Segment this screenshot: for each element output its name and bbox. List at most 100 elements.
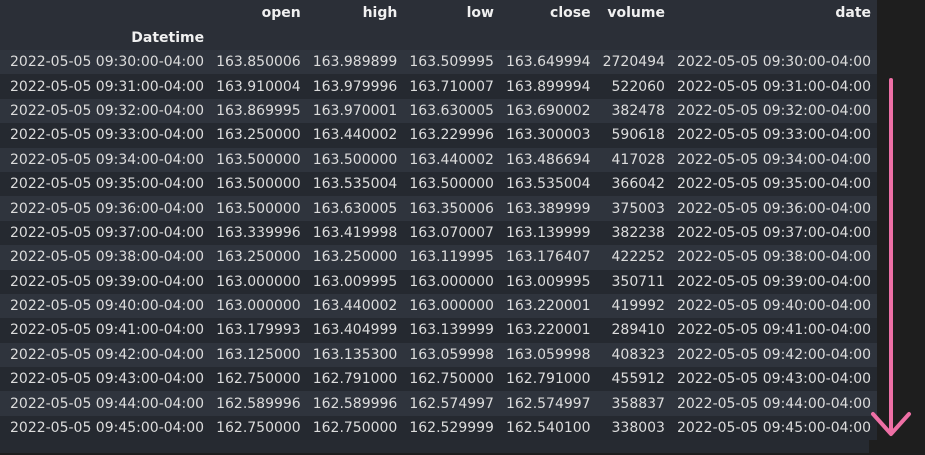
column-header-high: high <box>306 0 404 25</box>
column-header-volume: volume <box>596 0 671 25</box>
high-cell: 162.791000 <box>306 367 404 392</box>
empty-header-cell <box>403 25 500 50</box>
table-row: 2022-05-05 09:30:00-04:00 163.850006 163.9… <box>0 50 878 75</box>
volume-cell: 338003 <box>596 415 671 441</box>
index-cell: 2022-05-05 09:44:00-04:00 <box>0 391 211 416</box>
table-row: 2022-05-05 09:35:00-04:00 163.500000 163.5… <box>0 171 878 197</box>
volume-cell: 408323 <box>596 342 671 368</box>
open-cell: 163.250000 <box>210 245 307 270</box>
low-cell: 163.000000 <box>403 293 500 319</box>
date-cell: 2022-05-05 09:36:00-04:00 <box>670 196 878 221</box>
date-cell: 2022-05-05 09:39:00-04:00 <box>670 269 878 294</box>
open-cell: 163.000000 <box>210 293 307 319</box>
date-cell: 2022-05-05 09:30:00-04:00 <box>670 50 878 75</box>
table-row: 2022-05-05 09:33:00-04:00 163.250000 163.4… <box>0 123 878 148</box>
close-cell: 163.139999 <box>499 220 597 246</box>
table-row: 2022-05-05 09:41:00-04:00 163.179993 163.4… <box>0 318 878 343</box>
table-row: 2022-05-05 09:36:00-04:00 163.500000 163.6… <box>0 196 878 221</box>
index-cell: 2022-05-05 09:42:00-04:00 <box>0 342 211 368</box>
low-cell: 163.070007 <box>403 220 500 246</box>
close-cell: 162.540100 <box>499 415 597 441</box>
high-cell: 163.419998 <box>306 220 404 246</box>
index-cell: 2022-05-05 09:43:00-04:00 <box>0 367 211 392</box>
open-cell: 162.750000 <box>210 415 307 441</box>
date-cell: 2022-05-05 09:42:00-04:00 <box>670 342 878 368</box>
volume-cell: 419992 <box>596 293 671 319</box>
low-cell: 163.229996 <box>403 123 500 148</box>
date-cell: 2022-05-05 09:35:00-04:00 <box>670 171 878 197</box>
close-cell: 163.059998 <box>499 342 597 368</box>
high-cell: 163.440002 <box>306 123 404 148</box>
date-cell: 2022-05-05 09:43:00-04:00 <box>670 367 878 392</box>
close-cell: 163.899994 <box>499 74 597 99</box>
open-cell: 163.339996 <box>210 220 307 246</box>
open-cell: 163.869995 <box>210 98 307 124</box>
corner-header <box>0 0 211 25</box>
close-cell: 162.574997 <box>499 391 597 416</box>
empty-header-cell <box>670 25 878 50</box>
high-cell: 163.404999 <box>306 318 404 343</box>
low-cell: 163.509995 <box>403 50 500 75</box>
table-row: 2022-05-05 09:42:00-04:00 163.125000 163.1… <box>0 342 878 368</box>
table-row: 2022-05-05 09:37:00-04:00 163.339996 163.4… <box>0 220 878 246</box>
date-cell: 2022-05-05 09:33:00-04:00 <box>670 123 878 148</box>
table-body: 2022-05-05 09:30:00-04:00 163.850006 163.9… <box>0 50 878 441</box>
index-cell: 2022-05-05 09:40:00-04:00 <box>0 293 211 319</box>
high-cell: 163.535004 <box>306 171 404 197</box>
open-cell: 162.589996 <box>210 391 307 416</box>
close-cell: 163.300003 <box>499 123 597 148</box>
low-cell: 162.529999 <box>403 415 500 441</box>
index-cell: 2022-05-05 09:45:00-04:00 <box>0 415 211 441</box>
table-row: 2022-05-05 09:38:00-04:00 163.250000 163.2… <box>0 245 878 270</box>
close-cell: 163.486694 <box>499 147 597 172</box>
open-cell: 163.500000 <box>210 147 307 172</box>
index-cell: 2022-05-05 09:37:00-04:00 <box>0 220 211 246</box>
column-header-close: close <box>499 0 597 25</box>
high-cell: 163.989899 <box>306 50 404 75</box>
close-cell: 163.220001 <box>499 293 597 319</box>
open-cell: 163.179993 <box>210 318 307 343</box>
low-cell: 163.500000 <box>403 171 500 197</box>
high-cell: 162.589996 <box>306 391 404 416</box>
volume-cell: 522060 <box>596 74 671 99</box>
date-cell: 2022-05-05 09:44:00-04:00 <box>670 391 878 416</box>
date-cell: 2022-05-05 09:37:00-04:00 <box>670 220 878 246</box>
index-cell: 2022-05-05 09:33:00-04:00 <box>0 123 211 148</box>
empty-header-cell <box>499 25 597 50</box>
high-cell: 163.135300 <box>306 342 404 368</box>
empty-header-cell <box>596 25 671 50</box>
low-cell: 162.574997 <box>403 391 500 416</box>
low-cell: 163.710007 <box>403 74 500 99</box>
low-cell: 163.630005 <box>403 98 500 124</box>
column-header-date: date <box>670 0 878 25</box>
close-cell: 163.535004 <box>499 171 597 197</box>
date-cell: 2022-05-05 09:34:00-04:00 <box>670 147 878 172</box>
table-header: open high low close volume date Datetime <box>0 0 878 50</box>
column-header-row: open high low close volume date <box>0 0 878 25</box>
volume-cell: 375003 <box>596 196 671 221</box>
open-cell: 163.000000 <box>210 269 307 294</box>
high-cell: 163.009995 <box>306 269 404 294</box>
table-row: 2022-05-05 09:34:00-04:00 163.500000 163.5… <box>0 147 878 172</box>
index-cell: 2022-05-05 09:31:00-04:00 <box>0 74 211 99</box>
low-cell: 163.119995 <box>403 245 500 270</box>
index-cell: 2022-05-05 09:34:00-04:00 <box>0 147 211 172</box>
high-cell: 163.250000 <box>306 245 404 270</box>
close-cell: 163.220001 <box>499 318 597 343</box>
close-cell: 163.009995 <box>499 269 597 294</box>
index-name-row: Datetime <box>0 25 878 50</box>
high-cell: 163.630005 <box>306 196 404 221</box>
index-cell: 2022-05-05 09:35:00-04:00 <box>0 171 211 197</box>
column-header-low: low <box>403 0 500 25</box>
volume-cell: 2720494 <box>596 50 671 75</box>
date-cell: 2022-05-05 09:45:00-04:00 <box>670 415 878 441</box>
empty-header-cell <box>306 25 404 50</box>
volume-cell: 382478 <box>596 98 671 124</box>
volume-cell: 358837 <box>596 391 671 416</box>
open-cell: 163.500000 <box>210 196 307 221</box>
high-cell: 163.440002 <box>306 293 404 319</box>
low-cell: 162.750000 <box>403 367 500 392</box>
volume-cell: 455912 <box>596 367 671 392</box>
table-row: 2022-05-05 09:32:00-04:00 163.869995 163.9… <box>0 98 878 124</box>
volume-cell: 417028 <box>596 147 671 172</box>
